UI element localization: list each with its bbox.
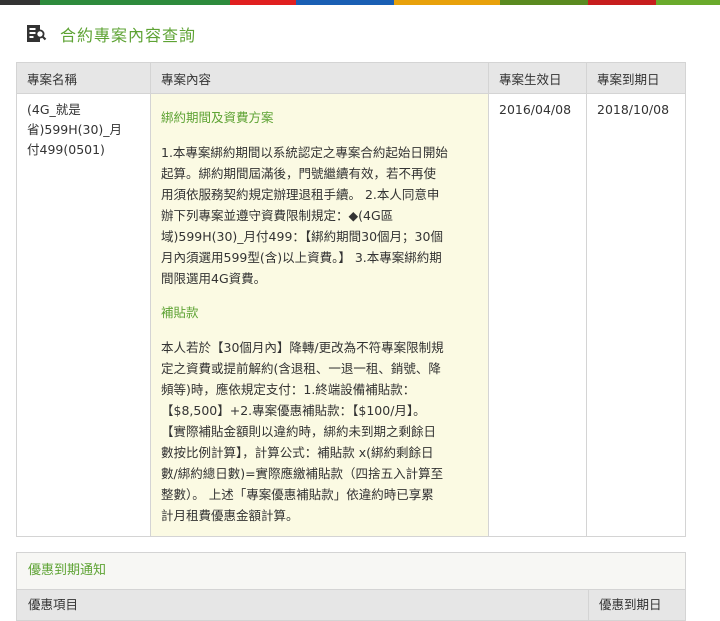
terms-line: 起算。綁約期間屆滿後，門號繼續有效，若不再使 <box>161 166 437 181</box>
col-header-content: 專案內容 <box>150 62 489 94</box>
document-search-icon <box>27 25 47 42</box>
subsidy-line: 整數）。 上述「專案優惠補貼款」依違約時已享累 <box>161 487 434 502</box>
brand-color-segment <box>40 0 230 5</box>
brand-color-segment <box>0 0 40 5</box>
start-date-cell: 2016/04/08 <box>488 93 587 537</box>
col-header-discount-end-date: 優惠到期日 <box>588 590 685 620</box>
terms-line: 域)599H(30)_月付499：【綁約期間30個月；30個 <box>161 229 443 244</box>
brand-color-bar <box>0 0 720 5</box>
terms-line: 1.本專案綁約期間以系統認定之專案合約起始日開始 <box>161 145 448 160</box>
plan-name-line: 付499(0501) <box>27 142 105 157</box>
page-title: 合約專案內容查詢 <box>60 26 197 45</box>
subsidy-line: 【實際補貼金額則以違約時，綁約未到期之剩餘日 <box>161 424 437 439</box>
subsidy-line: 數按比例計算】，計算公式：補貼款 x(綁約剩餘日 <box>161 445 434 460</box>
brand-color-segment <box>230 0 296 5</box>
end-date-cell: 2018/10/08 <box>586 93 686 537</box>
subsidy-line: 頻等)時，應依規定支付：1.終端設備補貼款： <box>161 382 416 397</box>
plan-name-cell: (4G_就是 省)599H(30)_月 付499(0501) <box>16 93 151 537</box>
brand-color-segment <box>296 0 394 5</box>
terms-line: 月內須選用599型(含)以上資費。】 3.本專案綁約期 <box>161 250 442 265</box>
subsidy-terms-text: 本人若於【30個月內】降轉/更改為不符專案限制規 定之資費或提前解約(含退租、一… <box>161 337 478 526</box>
contract-table: 專案名稱 專案內容 專案生效日 專案到期日 (4G_就是 省)599H(30)_… <box>16 62 686 537</box>
plan-name-line: (4G_就是 <box>27 102 81 117</box>
notice-header-row: 優惠項目 優惠到期日 <box>17 590 685 620</box>
terms-line: 辦下列專案並遵守資費限制規定：◆(4G區 <box>161 208 394 223</box>
subsidy-line: 數/綁約總日數)=實際應繳補貼款（四捨五入計算至 <box>161 466 444 481</box>
discount-expiry-notice-panel: 優惠到期通知 優惠項目 優惠到期日 <box>16 552 686 621</box>
section-title-subsidy: 補貼款 <box>161 305 199 320</box>
subsidy-line: 本人若於【30個月內】降轉/更改為不符專案限制規 <box>161 340 444 355</box>
page-header: 合約專案內容查詢 <box>25 22 196 46</box>
col-header-start-date: 專案生效日 <box>488 62 587 94</box>
col-header-discount-item: 優惠項目 <box>28 597 79 612</box>
table-header-row: 專案名稱 專案內容 專案生效日 專案到期日 <box>16 62 686 94</box>
col-header-end-date: 專案到期日 <box>586 62 686 94</box>
terms-line: 用須依服務契約規定辦理退租手續。 2.本人同意申 <box>161 187 440 202</box>
brand-color-segment <box>500 0 588 5</box>
subsidy-line: 【$8,500】+2.專案優惠補貼款：【$100/月】。 <box>161 403 426 418</box>
plan-content-cell: 綁約期間及資費方案 1.本專案綁約期間以系統認定之專案合約起始日開始 起算。綁約… <box>150 93 489 537</box>
notice-title: 優惠到期通知 <box>17 553 685 590</box>
section-title-contract-period: 綁約期間及資費方案 <box>161 110 274 125</box>
brand-color-segment <box>588 0 656 5</box>
brand-color-segment <box>394 0 500 5</box>
col-header-name: 專案名稱 <box>16 62 151 94</box>
subsidy-line: 定之資費或提前解約(含退租、一退一租、銷號、降 <box>161 361 441 376</box>
contract-terms-text: 1.本專案綁約期間以系統認定之專案合約起始日開始 起算。綁約期間屆滿後，門號繼續… <box>161 142 478 289</box>
subsidy-line: 計月租費優惠金額計算。 <box>161 508 299 523</box>
brand-color-segment <box>656 0 720 5</box>
terms-line: 間限選用4G資費。 <box>161 271 267 286</box>
plan-name-line: 省)599H(30)_月 <box>27 122 123 137</box>
table-row: (4G_就是 省)599H(30)_月 付499(0501) 綁約期間及資費方案… <box>16 93 686 537</box>
